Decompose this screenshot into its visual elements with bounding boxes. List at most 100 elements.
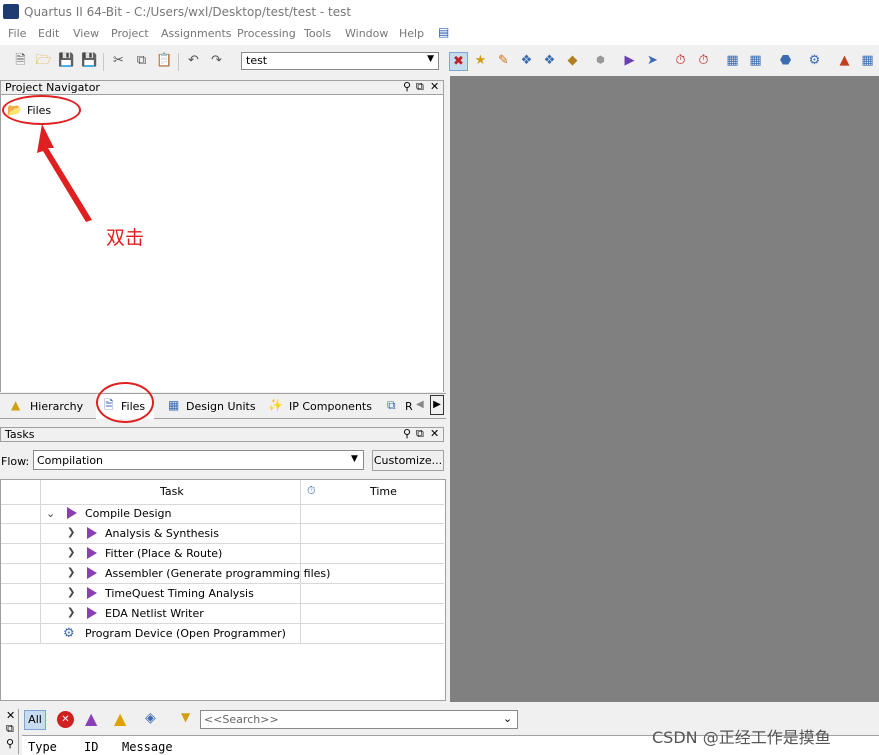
save-all-icon[interactable]: 💾 — [81, 52, 98, 69]
task-row-fitter[interactable]: ❯ Fitter (Place & Route) — [1, 544, 444, 564]
task-label: Analysis & Synthesis — [105, 527, 219, 540]
ssn-analyzer-icon[interactable]: ▲ — [836, 52, 853, 69]
chip-planner-icon[interactable]: ❖ — [541, 52, 558, 69]
copy-icon[interactable]: ⧉ — [133, 52, 150, 69]
task-row-assembler[interactable]: ❯ Assembler (Generate programming files) — [1, 564, 444, 584]
message-search-input[interactable]: <<Search>> ⌄ — [200, 710, 518, 729]
tab-scroll-right-icon[interactable]: ▶ — [430, 395, 444, 415]
design-partition-icon[interactable]: ◆ — [564, 52, 581, 69]
toolbar-divider — [178, 53, 179, 71]
task-row-program-device[interactable]: ⚙ Program Device (Open Programmer) — [1, 624, 444, 644]
task-label: Assembler (Generate programming files) — [105, 567, 331, 580]
main-toolbar: 🗎 🗁 💾 💾 ✂ ⧉ 📋 ↶ ↷ test ▼ ✖ ★ ✎ ❖ ❖ ◆ ⬢ ▶… — [0, 49, 879, 75]
undo-icon[interactable]: ↶ — [185, 52, 202, 69]
menu-file[interactable]: File — [8, 27, 26, 40]
pin-planner-icon[interactable]: ✎ — [495, 52, 512, 69]
message-column-header[interactable]: Message — [122, 740, 173, 754]
play-icon — [87, 527, 97, 539]
chevron-right-icon[interactable]: ❯ — [67, 547, 75, 558]
menu-processing[interactable]: Processing — [237, 27, 296, 40]
tab-ip-components[interactable]: ✨ IP Components — [264, 394, 374, 418]
toolbar-overflow-icon[interactable]: ▦ — [859, 52, 876, 69]
chat-help-icon[interactable]: ▤ — [438, 25, 449, 39]
menu-project[interactable]: Project — [111, 27, 149, 40]
chevron-right-icon[interactable]: ❯ — [67, 607, 75, 618]
redo-icon[interactable]: ↷ — [208, 52, 225, 69]
window-title: Quartus II 64-Bit - C:/Users/wxl/Desktop… — [24, 5, 352, 19]
critical-warning-filter-icon[interactable]: ▲ — [85, 709, 97, 728]
tab-design-units[interactable]: ▦ Design Units — [164, 394, 256, 418]
hierarchy-icon: ▲ — [11, 398, 21, 412]
timequest-icon[interactable]: ⏱ — [672, 52, 689, 69]
filter-all-button[interactable]: All — [24, 710, 46, 730]
programmer-icon: ⚙ — [63, 626, 75, 641]
task-row-analysis-synthesis[interactable]: ❯ Analysis & Synthesis — [1, 524, 444, 544]
tab-ip-components-label: IP Components — [289, 400, 372, 413]
programmer-icon[interactable]: ⚙ — [806, 52, 823, 69]
tab-hierarchy[interactable]: ▲ Hierarchy — [8, 394, 94, 418]
tasks-table-header: Task ⏱ Time — [1, 480, 444, 505]
start-compilation-icon[interactable]: ▶ — [621, 52, 638, 69]
suppressed-filter-icon[interactable]: ◈ — [145, 710, 156, 726]
pin-icon[interactable]: ⚲ — [403, 427, 411, 440]
netlist-viewer-icon[interactable]: ✖ — [449, 52, 468, 71]
technology-map-icon[interactable]: ▦ — [747, 52, 764, 69]
cut-icon[interactable]: ✂ — [110, 52, 127, 69]
menu-edit[interactable]: Edit — [38, 27, 59, 40]
toolbar-divider — [103, 53, 104, 71]
close-icon[interactable]: ✕ — [6, 709, 15, 722]
assignment-editor-icon[interactable]: ★ — [472, 52, 489, 69]
pin-icon[interactable]: ⚲ — [403, 80, 411, 93]
start-analysis-icon[interactable]: ➤ — [644, 52, 661, 69]
tab-revisions-label: R — [405, 400, 413, 413]
task-row-compile-design[interactable]: ⌄ Compile Design — [1, 504, 444, 524]
message-search-placeholder: <<Search>> — [204, 713, 279, 726]
tab-scroll-left-icon[interactable]: ◀ — [416, 399, 424, 410]
error-filter-icon[interactable]: ✕ — [57, 711, 74, 728]
play-icon — [87, 587, 97, 599]
chevron-down-icon[interactable]: ⌄ — [46, 507, 55, 520]
timing-analyzer-icon[interactable]: ❖ — [518, 52, 535, 69]
design-units-icon: ▦ — [168, 398, 180, 412]
menu-tools[interactable]: Tools — [304, 27, 331, 40]
annotation-circle-files-tab — [96, 382, 154, 423]
close-icon[interactable]: ✕ — [430, 80, 439, 93]
chevron-right-icon[interactable]: ❯ — [67, 527, 75, 538]
warning-filter-icon[interactable]: ▲ — [114, 709, 126, 728]
project-select[interactable]: test ▼ — [241, 52, 439, 70]
timing-report-icon[interactable]: ⏱ — [695, 52, 712, 69]
title-bar: Quartus II 64-Bit - C:/Users/wxl/Desktop… — [0, 0, 879, 23]
rtl-viewer-icon[interactable]: ▦ — [724, 52, 741, 69]
menu-window[interactable]: Window — [345, 27, 388, 40]
tab-revisions[interactable]: ⧉ R — [384, 394, 414, 418]
task-column-header[interactable]: Task — [160, 485, 184, 498]
task-label: Program Device (Open Programmer) — [85, 627, 286, 640]
tab-design-units-label: Design Units — [186, 400, 256, 413]
menu-view[interactable]: View — [73, 27, 99, 40]
messages-panel-controls: ✕ ⧉ ⚲ — [4, 709, 19, 754]
stop-icon[interactable]: ⬢ — [592, 52, 609, 69]
menu-assignments[interactable]: Assignments — [161, 27, 232, 40]
restore-icon[interactable]: ⧉ — [416, 80, 424, 94]
chevron-right-icon[interactable]: ❯ — [67, 587, 75, 598]
funnel-icon[interactable]: ▼ — [181, 710, 190, 724]
close-icon[interactable]: ✕ — [430, 427, 439, 440]
time-column-header[interactable]: Time — [370, 485, 397, 498]
menu-help[interactable]: Help — [399, 27, 424, 40]
chevron-down-icon: ⌄ — [503, 712, 513, 725]
type-column-header[interactable]: Type — [28, 740, 57, 754]
save-icon[interactable]: 💾 — [58, 52, 75, 69]
open-folder-icon[interactable]: 🗁 — [35, 52, 52, 69]
task-row-eda-netlist-writer[interactable]: ❯ EDA Netlist Writer — [1, 604, 444, 624]
pin-icon[interactable]: ⚲ — [6, 737, 14, 750]
csdn-watermark: CSDN @正经工作是摸鱼 — [652, 728, 831, 747]
tab-hierarchy-label: Hierarchy — [30, 400, 84, 413]
task-row-timequest[interactable]: ❯ TimeQuest Timing Analysis — [1, 584, 444, 604]
restore-icon[interactable]: ⧉ — [6, 722, 14, 736]
new-file-icon[interactable]: 🗎 — [12, 52, 29, 69]
chevron-right-icon[interactable]: ❯ — [67, 567, 75, 578]
paste-icon[interactable]: 📋 — [156, 52, 173, 69]
power-analyzer-icon[interactable]: ⬣ — [777, 52, 794, 69]
id-column-header[interactable]: ID — [84, 740, 98, 754]
restore-icon[interactable]: ⧉ — [416, 427, 424, 441]
